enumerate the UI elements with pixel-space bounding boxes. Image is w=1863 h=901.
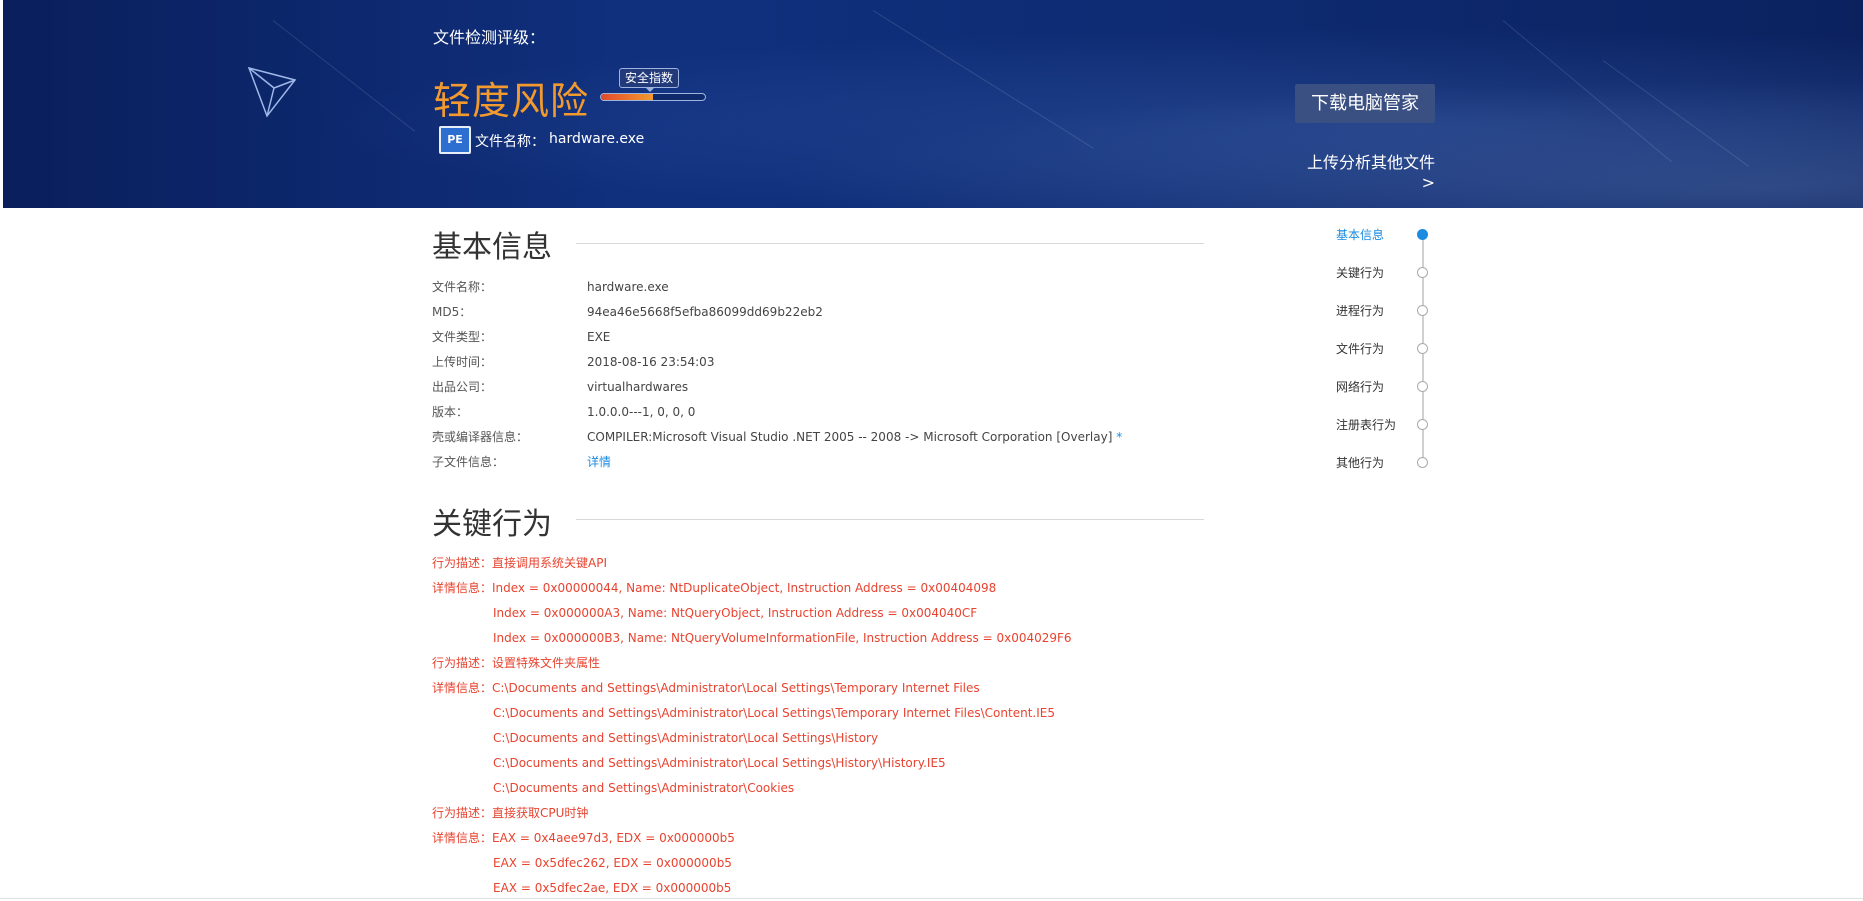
header-banner: 文件检测评级： 轻度风险 安全指数 PE 文件名称： hardware.exe … [3,0,1863,208]
behavior-description: 行为描述：设置特殊文件夹属性 [432,656,601,670]
side-nav-label: 注册表行为 [1336,418,1397,432]
safety-index-fill [601,94,653,100]
info-label: 上传时间： [432,355,493,369]
section-divider [576,243,1204,244]
safety-index-tag: 安全指数 [619,68,680,92]
side-nav-dot [1417,267,1428,278]
side-nav-label: 文件行为 [1336,342,1385,356]
side-nav-item-process-behavior[interactable]: 进程行为 [1336,300,1446,320]
side-nav-item-network-behavior[interactable]: 网络行为 [1336,376,1446,396]
side-nav-dot [1417,343,1428,354]
info-label: MD5： [432,305,472,319]
info-value: 2018-08-16 23:54:03 [587,355,715,369]
behavior-detail: 详情信息：Index = 0x00000044, Name: NtDuplica… [432,581,997,595]
side-nav-label: 关键行为 [1336,266,1385,280]
section-divider [576,519,1204,520]
side-nav-item-other-behavior[interactable]: 其他行为 [1336,452,1446,472]
triangle-logo-icon [247,66,297,118]
side-nav-dot [1417,381,1428,392]
behavior-detail: Index = 0x000000A3, Name: NtQueryObject,… [493,606,978,620]
bottom-border [0,898,1863,899]
download-pc-manager-button[interactable]: 下载电脑管家 [1295,84,1435,123]
side-nav-dot [1417,419,1428,430]
side-nav-item-basic-info[interactable]: 基本信息 [1336,224,1446,244]
behavior-detail: EAX = 0x5dfec262, EDX = 0x000000b5 [493,856,732,870]
file-name-value: hardware.exe [549,131,645,147]
behavior-detail: C:\Documents and Settings\Administrator\… [493,756,946,770]
safety-index-bar [600,93,706,101]
compiler-star: * [1112,430,1123,444]
info-value: EXE [587,330,611,344]
info-label: 壳或编译器信息： [432,430,529,444]
behavior-description: 行为描述：直接调用系统关键API [432,556,607,570]
side-nav-label: 其他行为 [1336,456,1385,470]
info-value: COMPILER:Microsoft Visual Studio .NET 20… [587,429,1122,445]
upload-other-file-link[interactable]: 上传分析其他文件> [1295,149,1435,192]
info-label: 子文件信息： [432,455,505,469]
side-nav-label: 网络行为 [1336,380,1385,394]
behavior-description: 行为描述：直接获取CPU时钟 [432,806,589,820]
behavior-detail: C:\Documents and Settings\Administrator\… [493,781,795,795]
behavior-detail: Index = 0x000000B3, Name: NtQueryVolumeI… [493,631,1072,645]
behavior-detail: 详情信息：EAX = 0x4aee97d3, EDX = 0x000000b5 [432,831,735,845]
side-nav-dot [1417,305,1428,316]
key-behavior-title: 关键行为 [432,507,552,542]
side-nav-item-file-behavior[interactable]: 文件行为 [1336,338,1446,358]
info-label: 文件名称： [432,280,493,294]
behavior-detail: EAX = 0x5dfec2ae, EDX = 0x000000b5 [493,881,732,895]
side-nav-item-key-behavior[interactable]: 关键行为 [1336,262,1446,282]
behavior-detail: C:\Documents and Settings\Administrator\… [493,706,1055,720]
grade-label: 文件检测评级： [433,28,546,47]
behavior-detail: 详情信息：C:\Documents and Settings\Administr… [432,681,980,695]
info-value: virtualhardwares [587,380,689,394]
pe-file-icon: PE [439,126,471,154]
info-value: 94ea46e5668f5efba86099dd69b22eb2 [587,305,823,319]
info-label: 文件类型： [432,330,493,344]
side-nav-dot [1417,229,1428,240]
side-nav-label: 基本信息 [1336,228,1385,242]
side-nav-dot [1417,457,1428,468]
risk-level: 轻度风险 [433,79,590,123]
basic-info-title: 基本信息 [432,230,552,265]
info-value: hardware.exe [587,280,669,294]
subfile-detail-link[interactable]: 详情 [587,454,611,470]
info-label: 出品公司： [432,380,493,394]
behavior-detail: C:\Documents and Settings\Administrator\… [493,731,879,745]
info-value: 1.0.0.0---1, 0, 0, 0 [587,405,696,419]
compiler-text: COMPILER:Microsoft Visual Studio .NET 20… [587,430,1113,444]
file-name-label: 文件名称： [475,134,545,150]
side-nav-label: 进程行为 [1336,304,1385,318]
info-label: 版本： [432,405,469,419]
side-nav-item-registry-behavior[interactable]: 注册表行为 [1336,414,1446,434]
